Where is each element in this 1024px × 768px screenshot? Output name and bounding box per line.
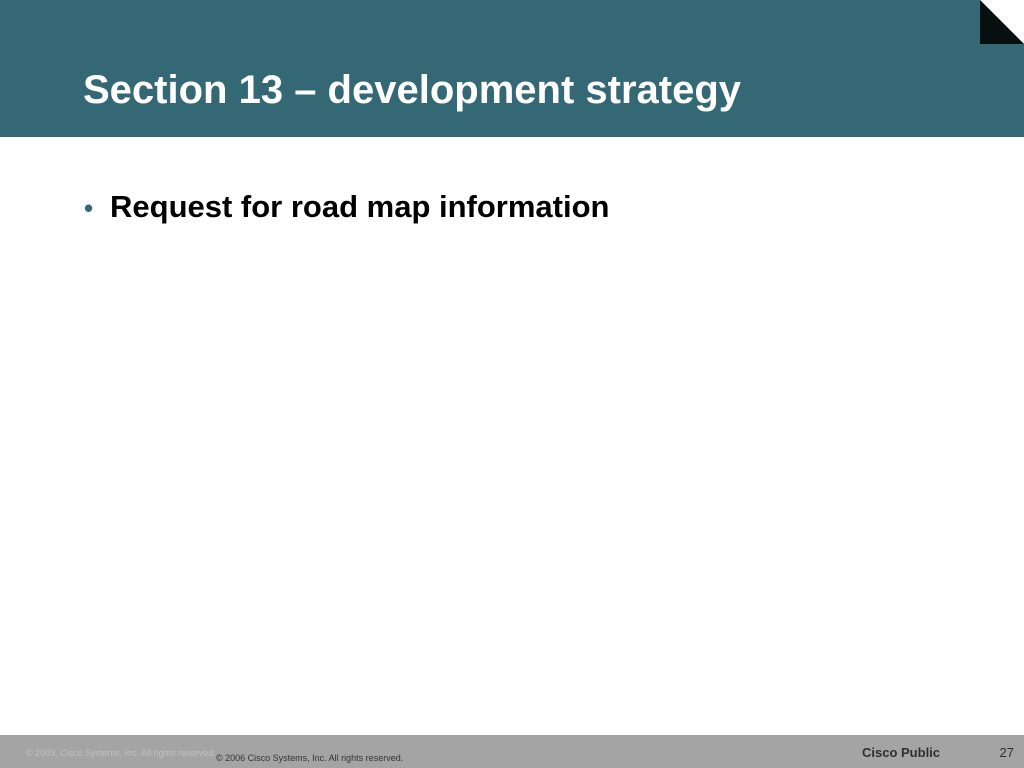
bullet-list: • Request for road map information (84, 186, 609, 229)
footer-classification: Cisco Public (862, 745, 941, 760)
presentation-slide: Section 13 – development strategy • Requ… (0, 0, 1024, 768)
footer-copyright: © 2006 Cisco Systems, Inc. All rights re… (216, 753, 404, 763)
footer-page-number: 27 (999, 745, 1014, 760)
bullet-text: Request for road map information (110, 189, 610, 224)
footer-ghost-copyright: © 2003, Cisco Systems, Inc. All rights r… (26, 748, 216, 758)
bullet-item: • Request for road map information (84, 186, 609, 229)
page-corner-fold-icon (980, 0, 1024, 44)
slide-title: Section 13 – development strategy (83, 68, 742, 112)
bullet-marker: • (84, 193, 94, 223)
